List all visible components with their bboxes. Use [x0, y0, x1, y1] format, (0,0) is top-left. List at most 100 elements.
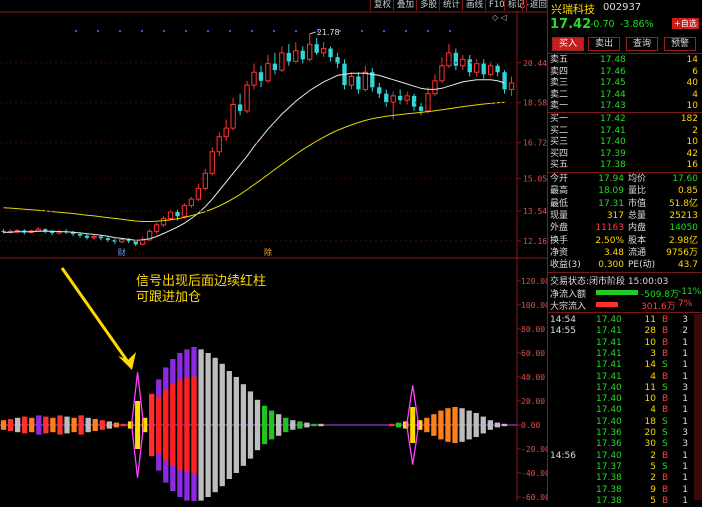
indicator-bar	[120, 423, 127, 427]
tick-side: S	[662, 382, 668, 393]
candle-body	[84, 235, 90, 238]
ind-tick-label: 80.00	[521, 325, 545, 334]
ask-price: 17.48	[600, 55, 626, 65]
tick-price: 17.40	[596, 382, 622, 393]
tick-volume: 3	[650, 348, 656, 359]
stock-name: 兴瑞科技	[551, 3, 595, 16]
candle-body	[446, 52, 452, 67]
tick-side: B	[662, 326, 669, 337]
bid-volume: 10	[686, 137, 698, 148]
bid-volume: 16	[686, 160, 698, 171]
signal-core	[135, 401, 141, 449]
query-button[interactable]: 查询	[626, 37, 658, 51]
indicator-bar	[106, 421, 112, 429]
indicator-bar	[466, 410, 472, 440]
indicator-bar-inner	[184, 378, 190, 472]
bid-price: 17.40	[600, 137, 626, 148]
sell-button[interactable]: 卖出	[588, 37, 620, 51]
stat-row: 现量 317 总量 25213	[548, 210, 702, 222]
ask-label: 卖一	[550, 101, 569, 112]
tick-volume: 30	[644, 439, 656, 450]
ask-row: 卖二 17.44 4	[548, 89, 702, 101]
indicator-bar	[290, 420, 296, 430]
ask-row: 卖五 17.48 14	[548, 54, 702, 66]
indicator-bar	[452, 407, 458, 443]
stat-value: 17.60	[672, 174, 698, 184]
candle-body	[202, 172, 208, 189]
stat-label: 外盘	[550, 223, 569, 234]
tick-price: 17.40	[596, 394, 622, 405]
tick-volume: 11	[644, 382, 656, 393]
stat-label: 现量	[550, 210, 569, 221]
indicator-bar	[92, 419, 98, 431]
toolbar-stats-button[interactable]: 统计	[439, 0, 463, 11]
candle-body	[328, 48, 333, 58]
dot-marker	[207, 30, 209, 32]
toolbar-overlay-button[interactable]: 叠加	[393, 0, 417, 11]
stat-row: 收益(3) 0.300 PE(动) 43.7	[548, 259, 702, 271]
alert-button[interactable]: 预警	[664, 37, 696, 51]
dot-marker	[97, 30, 99, 32]
stat-label: 均价	[628, 174, 647, 184]
tick-count: 3	[682, 439, 688, 450]
stat-label: 内盘	[628, 223, 647, 234]
tick-count: 1	[682, 450, 688, 461]
stat-value: 18.09	[598, 186, 624, 197]
indicator-bar	[226, 371, 232, 479]
tick-row: 17.38 9 B 1	[548, 484, 702, 496]
tick-scrollbar[interactable]	[694, 314, 702, 500]
tick-volume: 4	[650, 405, 656, 416]
add-watchlist-button[interactable]: +自选	[672, 18, 699, 29]
toolbar-fuquan-button[interactable]: 复权	[370, 0, 394, 11]
tick-row: 14:56 17.40 2 B 1	[548, 450, 702, 462]
tick-row: 17.41 14 S 1	[548, 359, 702, 371]
stat-row: 今开 17.94 均价 17.60	[548, 173, 702, 185]
indicator-bar	[7, 419, 14, 431]
stat-label: 市值	[628, 198, 647, 209]
ind-tick-label: -40.00	[521, 469, 547, 478]
price-tick-label: 15.05	[523, 175, 547, 184]
tick-price: 17.41	[596, 360, 622, 371]
candle-body	[153, 224, 160, 232]
candle-body	[160, 217, 167, 226]
buy-button[interactable]: 买入	[552, 37, 584, 51]
stat-label: 换手	[550, 235, 569, 246]
chart-small-icons[interactable]: ◇ ◁	[492, 13, 507, 22]
toolbar-multi-stock-button[interactable]: 多股	[416, 0, 440, 11]
stat-value: 0.300	[598, 260, 624, 271]
indicator-bar-inner	[156, 396, 162, 454]
kline-chart[interactable]: 21.78 财 除 20.44 18.58 16.72 15.05 13.54 12.16 12…	[0, 0, 550, 503]
dot-marker	[295, 30, 297, 32]
price-tick-label: 12.16	[523, 237, 547, 246]
tick-count: 1	[682, 360, 688, 371]
candle-body	[105, 238, 111, 240]
tick-count: 1	[682, 394, 688, 405]
tick-volume: 10	[644, 337, 656, 348]
bid-label: 买三	[550, 137, 569, 148]
tick-price: 17.37	[596, 461, 622, 472]
toolbar-draw-button[interactable]: 画线	[462, 0, 486, 11]
indicator-bar	[254, 399, 261, 451]
ind-tick-label: -20.00	[521, 445, 547, 454]
tick-side: B	[662, 450, 669, 461]
candle-body	[237, 104, 243, 111]
tick-row: 14:55 17.41 28 B 2	[548, 325, 702, 337]
tick-count: 1	[682, 371, 688, 382]
net-inflow-bar	[596, 290, 638, 295]
candle-body	[320, 48, 327, 54]
tick-time: 14:56	[550, 450, 576, 461]
candle-body	[272, 63, 278, 71]
marker-chu: 除	[264, 247, 272, 257]
stat-label: 今开	[550, 174, 569, 184]
stat-value: 14050	[669, 223, 698, 234]
chart-toolbar: 复权 叠加 多股 统计 画线 F10 标记 - 返回	[370, 0, 547, 11]
chart-area[interactable]: 21.78 财 除 20.44 18.58 16.72 15.05 13.54 12.16 12…	[0, 0, 550, 503]
stat-row: 最高 18.09 量比 0.85	[548, 185, 702, 197]
tick-count: 3	[682, 428, 688, 438]
candle-body	[1, 230, 6, 232]
peak-label: 21.78	[317, 28, 340, 37]
indicator-bar	[459, 408, 465, 442]
annotation-text: 可跟进加仓	[136, 290, 201, 305]
stock-header: 兴瑞科技 002937	[548, 0, 702, 16]
tick-side: S	[662, 360, 668, 371]
